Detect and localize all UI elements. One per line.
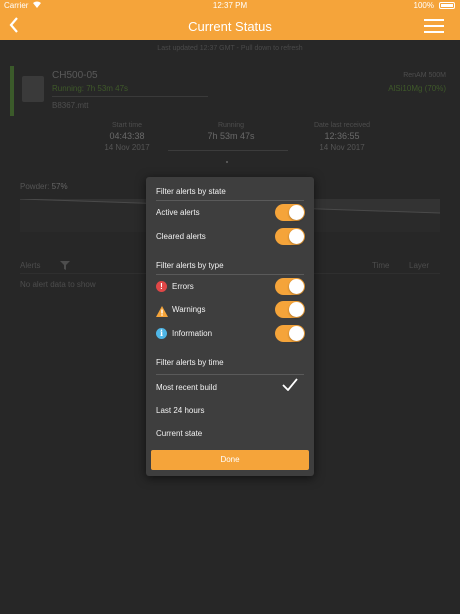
cleared-alerts-toggle[interactable]: [275, 228, 305, 245]
checkmark-icon: [282, 378, 298, 394]
information-label: Information: [172, 329, 213, 338]
battery-icon: [439, 2, 455, 9]
active-alerts-label: Active alerts: [156, 208, 200, 217]
machine-model: RenAM 500M: [403, 72, 446, 79]
running-label: Running: [217, 122, 245, 129]
status-time: 12:37 PM: [212, 1, 248, 10]
menu-icon[interactable]: [424, 19, 444, 33]
current-state-option[interactable]: Current state: [156, 429, 202, 438]
machine-name: CH500-05: [52, 70, 98, 81]
filter-type-divider: [156, 274, 304, 275]
page-dot: [226, 161, 228, 163]
start-time-value: 04:43:38: [109, 131, 145, 141]
no-alerts-text: No alert data to show: [20, 280, 96, 289]
page-title: Current Status: [188, 19, 272, 34]
filter-state-divider: [156, 200, 304, 201]
machine-build: B8367.mtt: [52, 101, 89, 110]
powder-label: Powder:: [20, 182, 50, 191]
running-block: Running 7h 53m 47s: [196, 122, 266, 141]
filter-state-header: Filter alerts by state: [156, 187, 226, 196]
last-24-hours-option[interactable]: Last 24 hours: [156, 406, 204, 415]
layer-column-header: Layer: [409, 261, 430, 270]
status-bar: Carrier 12:37 PM 100%: [0, 0, 460, 12]
warning-icon: [156, 304, 168, 317]
error-icon: !: [156, 281, 167, 292]
filter-time-header: Filter alerts by time: [156, 358, 224, 367]
warnings-label: Warnings: [172, 305, 206, 314]
alerts-header: Alerts: [20, 261, 41, 270]
machine-card[interactable]: CH500-05 Running: 7h 53m 47s B8367.mtt R…: [10, 66, 450, 116]
last-updated-text: Last updated 12:37 GMT - Pull down to re…: [157, 45, 303, 52]
date-received-label: Date last received: [313, 122, 371, 129]
filter-icon[interactable]: [60, 261, 70, 272]
done-button[interactable]: Done: [151, 450, 309, 470]
active-alerts-toggle[interactable]: [275, 204, 305, 221]
information-toggle[interactable]: [275, 325, 305, 342]
machine-divider: [52, 96, 208, 97]
start-time-block: Start time 04:43:38 14 Nov 2017: [96, 122, 158, 152]
machine-status-accent: [10, 66, 14, 116]
errors-toggle[interactable]: [275, 278, 305, 295]
date-received-date: 14 Nov 2017: [319, 143, 365, 152]
cleared-alerts-label: Cleared alerts: [156, 232, 206, 241]
start-time-label: Start time: [112, 122, 142, 129]
nav-bar: Current Status: [0, 12, 460, 40]
filter-type-header: Filter alerts by type: [156, 261, 224, 270]
date-received-value: 12:36:55: [324, 131, 360, 141]
progress-line: [168, 150, 288, 151]
warnings-toggle[interactable]: [275, 301, 305, 318]
machine-running: Running: 7h 53m 47s: [52, 84, 129, 93]
date-received-block: Date last received 12:36:55 14 Nov 2017: [300, 122, 384, 152]
most-recent-build-option[interactable]: Most recent build: [156, 383, 217, 392]
machine-material: AlSi10Mg (70%): [388, 84, 446, 93]
time-column-header: Time: [372, 261, 390, 270]
battery-percent: 100%: [413, 1, 434, 10]
filter-popover: Filter alerts by state Active alerts Cle…: [146, 177, 314, 476]
start-time-date: 14 Nov 2017: [104, 143, 150, 152]
powder-level: Powder: 57%: [20, 182, 68, 191]
filter-time-divider: [156, 374, 304, 375]
running-value: 7h 53m 47s: [207, 131, 255, 141]
info-icon: i: [156, 328, 167, 339]
machine-image: [22, 76, 44, 102]
errors-label: Errors: [172, 282, 194, 291]
powder-value: 57%: [51, 182, 68, 191]
